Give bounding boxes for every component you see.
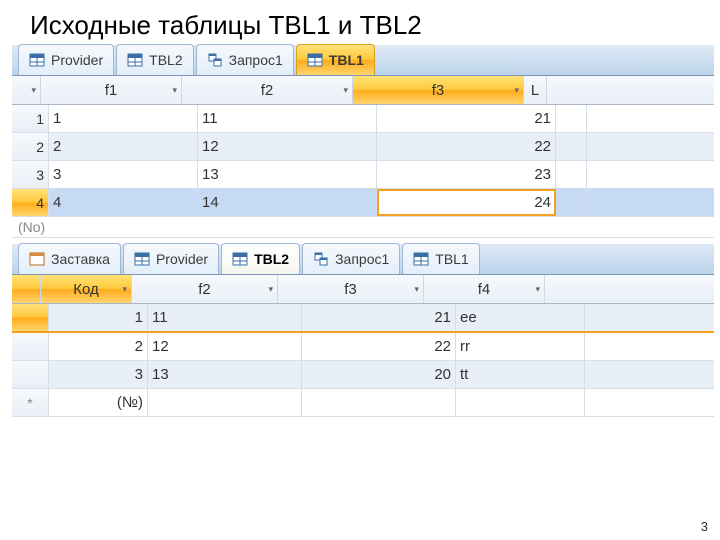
tab-label: TBL1 <box>329 52 364 68</box>
tbl2-column-headers: Код▾ f2▾ f3▾ f4▾ <box>12 275 714 304</box>
table-row-selected: 1 11 21 ee <box>12 304 714 333</box>
row-selector[interactable] <box>12 333 49 360</box>
row-selector[interactable] <box>12 361 49 388</box>
tab-tbl1-active[interactable]: TBL1 <box>296 44 375 75</box>
cell-f3[interactable]: 21 <box>302 304 456 331</box>
cell-last[interactable] <box>556 133 587 160</box>
table-row: 3 3 13 23 <box>12 161 714 189</box>
table-icon <box>307 52 323 68</box>
new-record-row: * (№) <box>12 389 714 417</box>
cell-last[interactable] <box>556 189 587 216</box>
cell-f2[interactable]: 12 <box>198 133 377 160</box>
cell-f4[interactable]: tt <box>456 361 585 388</box>
cell-empty[interactable] <box>456 389 585 416</box>
tab-label: TBL1 <box>435 251 468 267</box>
tab-tbl1[interactable]: TBL1 <box>402 243 479 274</box>
cell-f1[interactable]: 3 <box>49 161 198 188</box>
tab-label: Provider <box>156 251 208 267</box>
cell-f2[interactable]: 11 <box>198 105 377 132</box>
row-selector-header[interactable]: ▾ <box>12 76 41 104</box>
tab-zapros1[interactable]: Запрос1 <box>196 44 294 75</box>
row-number[interactable]: 2 <box>12 133 49 160</box>
tab-provider[interactable]: Provider <box>18 44 114 75</box>
tab-tbl2[interactable]: TBL2 <box>116 44 193 75</box>
row-number[interactable]: 4 <box>12 189 49 216</box>
column-header-f3[interactable]: f3▾ <box>278 275 424 303</box>
table-row: 3 13 20 tt <box>12 361 714 389</box>
cell-kod[interactable]: 1 <box>49 304 148 331</box>
tab-label: Заставка <box>51 251 110 267</box>
cell-f2[interactable]: 13 <box>198 161 377 188</box>
table-row: 2 12 22 rr <box>12 333 714 361</box>
column-header-kod[interactable]: Код▾ <box>41 275 132 303</box>
cell-f4[interactable]: rr <box>456 333 585 360</box>
new-record-icon[interactable]: * <box>12 389 49 416</box>
new-row-marker: (No) <box>12 217 714 238</box>
row-number[interactable]: 3 <box>12 161 49 188</box>
tbl1-column-headers: ▾ f1▾ f2▾ f3▾ L <box>12 76 714 105</box>
cell-f3[interactable]: 22 <box>377 133 556 160</box>
cell-kod-new[interactable]: (№) <box>49 389 148 416</box>
tab-label: Запрос1 <box>335 251 389 267</box>
cell-kod[interactable]: 3 <box>49 361 148 388</box>
page-title: Исходные таблицы TBL1 и TBL2 <box>0 0 720 45</box>
tab-tbl2-active[interactable]: TBL2 <box>221 243 300 274</box>
tab-zastavka[interactable]: Заставка <box>18 243 121 274</box>
query-icon <box>313 251 329 267</box>
column-header-f4[interactable]: f4▾ <box>424 275 545 303</box>
table-row: 1 1 11 21 <box>12 105 714 133</box>
row-selector-header[interactable] <box>12 275 41 303</box>
cell-f2[interactable]: 13 <box>148 361 302 388</box>
tab-zapros1[interactable]: Запрос1 <box>302 243 400 274</box>
tbl1-tabbar: Provider TBL2 Запрос1 TBL1 <box>12 45 714 76</box>
tbl2-tabbar: Заставка Provider TBL2 Запрос1 TBL1 <box>12 244 714 275</box>
column-header-last[interactable]: L <box>524 76 547 104</box>
table-icon <box>127 52 143 68</box>
table-icon <box>29 52 45 68</box>
cell-f3-active[interactable]: 24 <box>377 189 556 216</box>
cell-f3[interactable]: 20 <box>302 361 456 388</box>
cell-f3[interactable]: 23 <box>377 161 556 188</box>
table-icon <box>134 251 150 267</box>
cell-last[interactable] <box>556 105 587 132</box>
table-row-selected: 4 4 14 24 <box>12 189 714 217</box>
cell-last[interactable] <box>556 161 587 188</box>
table-icon <box>413 251 429 267</box>
cell-f2[interactable]: 12 <box>148 333 302 360</box>
form-icon <box>29 251 45 267</box>
cell-f2[interactable]: 11 <box>148 304 302 331</box>
tab-provider[interactable]: Provider <box>123 243 219 274</box>
column-header-f1[interactable]: f1▾ <box>41 76 182 104</box>
tab-label: Запрос1 <box>229 52 283 68</box>
tab-label: Provider <box>51 52 103 68</box>
column-header-f2[interactable]: f2▾ <box>182 76 353 104</box>
cell-f1[interactable]: 1 <box>49 105 198 132</box>
page-number: 3 <box>701 519 708 534</box>
row-number[interactable]: 1 <box>12 105 49 132</box>
cell-empty[interactable] <box>148 389 302 416</box>
cell-f2[interactable]: 14 <box>198 189 377 216</box>
cell-f1[interactable]: 2 <box>49 133 198 160</box>
cell-f3[interactable]: 21 <box>377 105 556 132</box>
cell-kod[interactable]: 2 <box>49 333 148 360</box>
table-icon <box>232 251 248 267</box>
cell-f3[interactable]: 22 <box>302 333 456 360</box>
tab-label: TBL2 <box>254 251 289 267</box>
row-selector[interactable] <box>12 304 49 331</box>
column-header-f3[interactable]: f3▾ <box>353 76 524 104</box>
cell-f4[interactable]: ee <box>456 304 585 331</box>
tab-label: TBL2 <box>149 52 182 68</box>
query-icon <box>207 52 223 68</box>
column-header-f2[interactable]: f2▾ <box>132 275 278 303</box>
cell-empty[interactable] <box>302 389 456 416</box>
table-row: 2 2 12 22 <box>12 133 714 161</box>
cell-f1[interactable]: 4 <box>49 189 198 216</box>
